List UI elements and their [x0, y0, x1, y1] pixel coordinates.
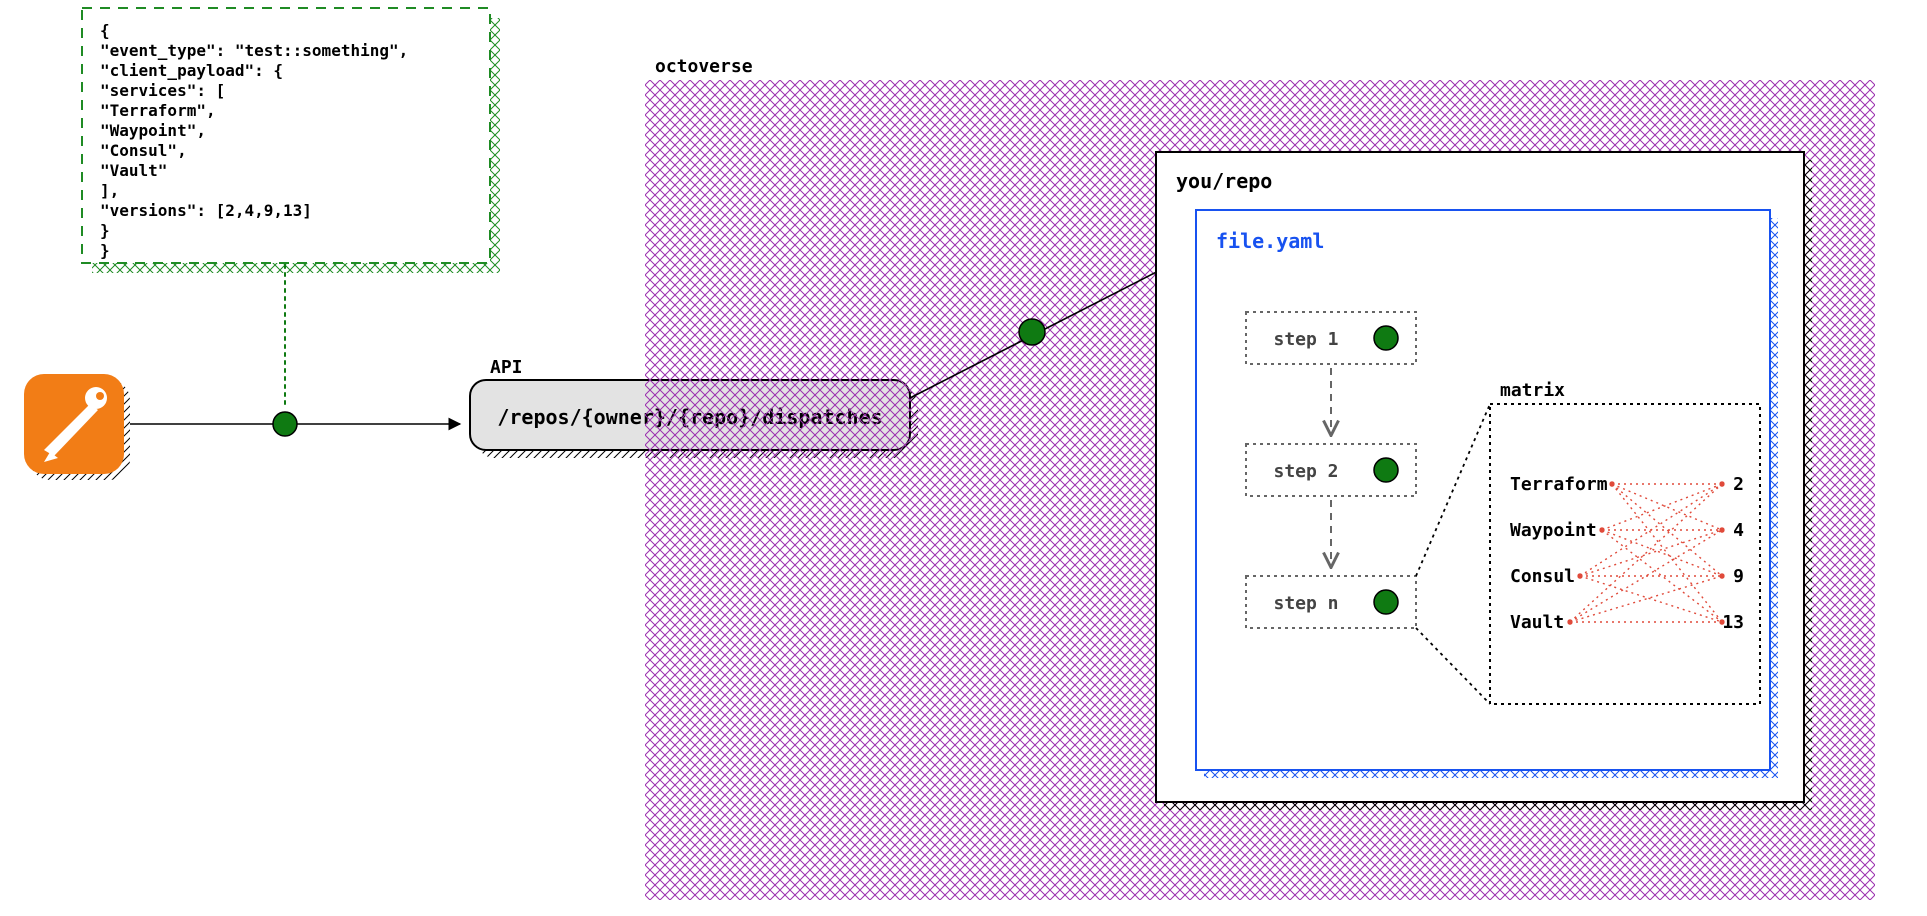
payload-line: "client_payload": { [100, 61, 283, 80]
step-label: step 1 [1273, 329, 1338, 350]
step-status-dot [1374, 590, 1398, 614]
postman-icon [24, 374, 130, 480]
repo-label: you/repo [1176, 169, 1272, 193]
step-n-box: step n [1246, 576, 1416, 628]
matrix-service: Vault [1510, 612, 1564, 633]
repo-box: you/repo file.yaml step 1 step 2 step n … [1156, 152, 1812, 810]
payload-line: "services": [ [100, 81, 225, 100]
edge-dot-octoverse [1019, 319, 1045, 345]
payload-line: "Vault" [100, 161, 167, 180]
octoverse-label: octoverse [655, 56, 753, 77]
step-1-box: step 1 [1246, 312, 1416, 364]
payload-line: { [100, 21, 110, 40]
step-status-dot [1374, 458, 1398, 482]
step-label: step 2 [1273, 461, 1338, 482]
payload-line: "Terraform", [100, 101, 216, 120]
matrix-version: 9 [1733, 566, 1744, 587]
matrix-version: 4 [1733, 520, 1744, 541]
diagram-canvas: { "event_type": "test::something", "clie… [0, 0, 1927, 916]
edge-dot-payload [273, 412, 297, 436]
payload-line: ], [100, 181, 119, 200]
payload-line: } [100, 241, 110, 260]
matrix-box [1490, 404, 1760, 704]
step-label: step n [1273, 593, 1338, 614]
payload-line: "Consul", [100, 141, 187, 160]
matrix-label: matrix [1500, 380, 1565, 401]
payload-json-box: { "event_type": "test::something", "clie… [82, 8, 500, 273]
matrix-service: Waypoint [1510, 520, 1597, 541]
step-status-dot [1374, 326, 1398, 350]
file-label: file.yaml [1216, 229, 1324, 253]
matrix-version: 2 [1733, 474, 1744, 495]
payload-line: "versions": [2,4,9,13] [100, 201, 312, 220]
step-2-box: step 2 [1246, 444, 1416, 496]
matrix-service: Consul [1510, 566, 1575, 587]
payload-line: } [100, 221, 110, 240]
api-label: API [490, 357, 523, 378]
matrix-version: 13 [1722, 612, 1744, 633]
matrix-service: Terraform [1510, 474, 1608, 495]
payload-line: "Waypoint", [100, 121, 206, 140]
payload-line: "event_type": "test::something", [100, 41, 408, 60]
